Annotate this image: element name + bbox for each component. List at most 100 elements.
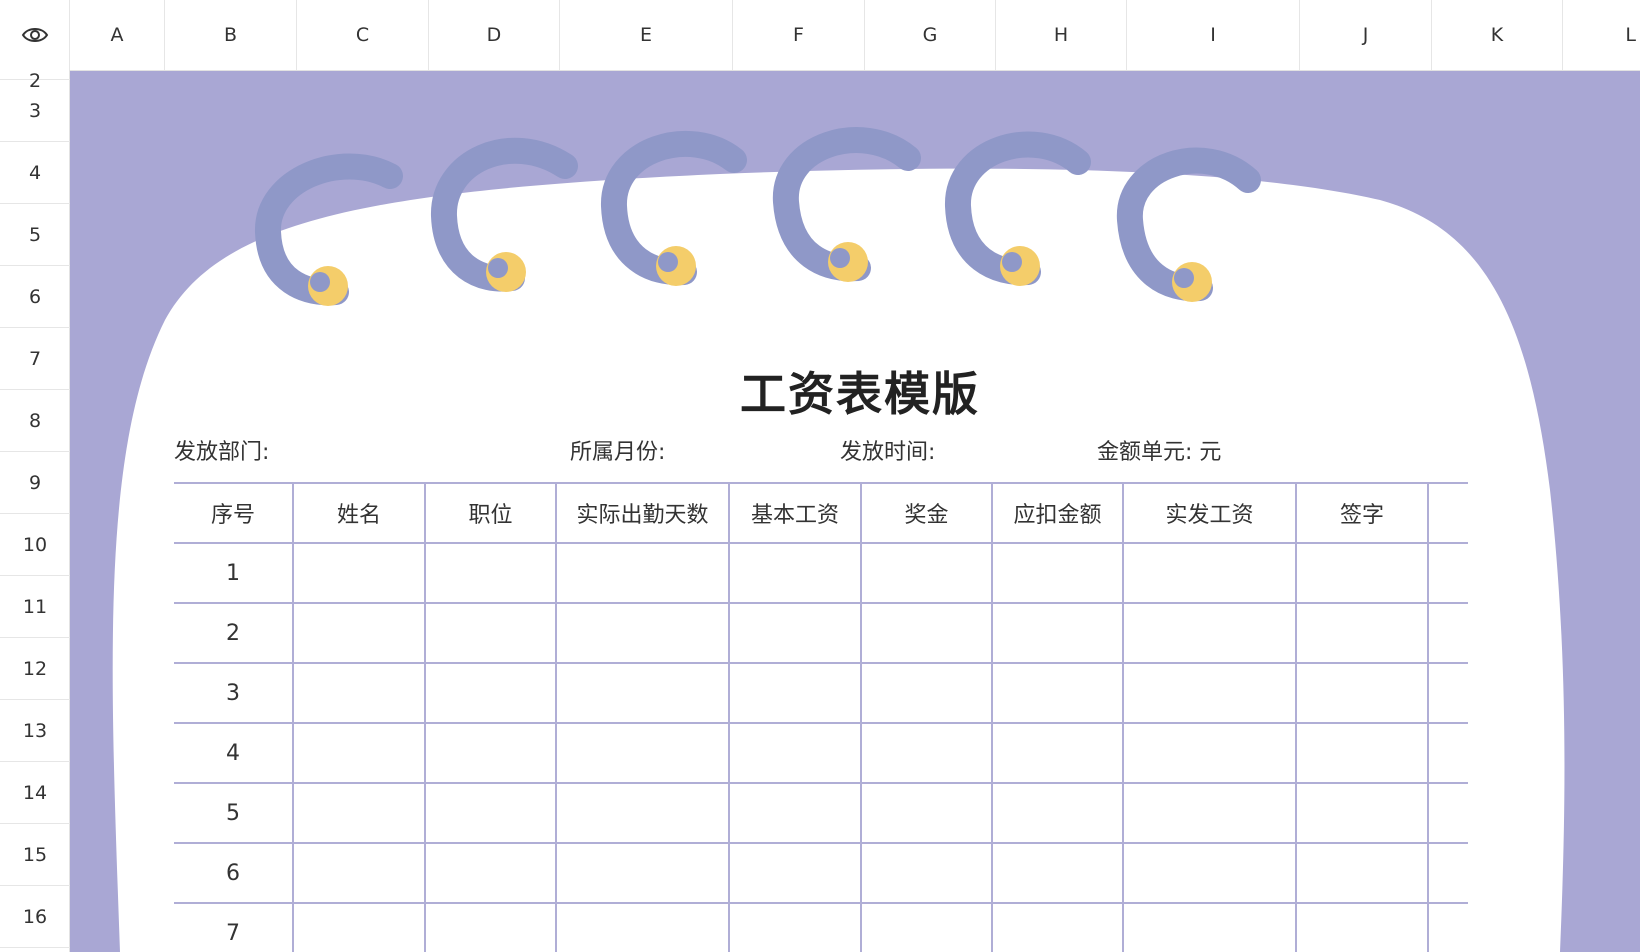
table-cell[interactable] xyxy=(1122,602,1297,664)
table-cell[interactable] xyxy=(728,662,862,724)
row-header-2[interactable]: 2 xyxy=(0,70,70,92)
header-cell-net-pay[interactable]: 实发工资 xyxy=(1122,482,1297,544)
header-cell-index[interactable]: 序号 xyxy=(174,482,294,544)
table-cell[interactable] xyxy=(424,662,557,724)
table-cell[interactable] xyxy=(292,842,426,904)
table-cell[interactable] xyxy=(292,662,426,724)
table-cell[interactable] xyxy=(1427,902,1468,952)
header-cell-deduction[interactable]: 应扣金额 xyxy=(991,482,1124,544)
sheet-title[interactable]: 工资表模版 xyxy=(70,358,1640,424)
column-header-b[interactable]: B xyxy=(165,0,297,70)
table-cell[interactable] xyxy=(555,662,730,724)
table-cell[interactable] xyxy=(424,602,557,664)
table-cell[interactable] xyxy=(1295,902,1429,952)
column-header-a[interactable]: A xyxy=(70,0,165,70)
table-cell[interactable] xyxy=(728,722,862,784)
table-cell[interactable] xyxy=(424,782,557,844)
table-cell[interactable] xyxy=(1427,842,1468,904)
table-cell[interactable] xyxy=(991,902,1124,952)
row-header-6[interactable]: 6 xyxy=(0,266,70,328)
row-header-8[interactable]: 8 xyxy=(0,390,70,452)
table-cell[interactable] xyxy=(1122,662,1297,724)
table-cell[interactable] xyxy=(555,602,730,664)
table-cell[interactable] xyxy=(1122,542,1297,604)
column-header-i[interactable]: I xyxy=(1127,0,1300,70)
row-header-12[interactable]: 12 xyxy=(0,638,70,700)
table-cell[interactable] xyxy=(860,902,993,952)
table-cell[interactable] xyxy=(1295,782,1429,844)
table-cell[interactable] xyxy=(860,662,993,724)
row-number-cell[interactable]: 2 xyxy=(174,602,294,664)
table-cell[interactable] xyxy=(1122,782,1297,844)
table-cell[interactable] xyxy=(860,542,993,604)
row-header-16[interactable]: 16 xyxy=(0,886,70,948)
column-header-c[interactable]: C xyxy=(297,0,429,70)
table-cell[interactable] xyxy=(424,722,557,784)
table-cell[interactable] xyxy=(728,542,862,604)
table-cell[interactable] xyxy=(1427,662,1468,724)
table-cell[interactable] xyxy=(860,782,993,844)
row-number-cell[interactable]: 6 xyxy=(174,842,294,904)
table-cell[interactable] xyxy=(424,902,557,952)
column-header-j[interactable]: J xyxy=(1300,0,1432,70)
table-cell[interactable] xyxy=(292,602,426,664)
table-cell[interactable] xyxy=(1427,782,1468,844)
row-number-cell[interactable]: 4 xyxy=(174,722,294,784)
column-header-e[interactable]: E xyxy=(560,0,733,70)
row-header-14[interactable]: 14 xyxy=(0,762,70,824)
month-label[interactable]: 所属月份: xyxy=(570,434,665,466)
table-cell[interactable] xyxy=(860,602,993,664)
column-header-h[interactable]: H xyxy=(996,0,1127,70)
table-cell[interactable] xyxy=(991,542,1124,604)
header-cell-extra[interactable] xyxy=(1427,482,1468,544)
table-cell[interactable] xyxy=(991,842,1124,904)
column-header-f[interactable]: F xyxy=(733,0,865,70)
table-cell[interactable] xyxy=(1427,602,1468,664)
table-cell[interactable] xyxy=(1295,662,1429,724)
row-header-3[interactable]: 3 xyxy=(0,80,70,142)
table-cell[interactable] xyxy=(292,722,426,784)
table-cell[interactable] xyxy=(1122,902,1297,952)
table-cell[interactable] xyxy=(991,602,1124,664)
table-cell[interactable] xyxy=(728,842,862,904)
row-number-cell[interactable]: 1 xyxy=(174,542,294,604)
table-cell[interactable] xyxy=(292,902,426,952)
time-label[interactable]: 发放时间: xyxy=(840,434,935,466)
table-cell[interactable] xyxy=(991,722,1124,784)
table-cell[interactable] xyxy=(1427,542,1468,604)
table-cell[interactable] xyxy=(555,542,730,604)
column-header-g[interactable]: G xyxy=(865,0,996,70)
table-cell[interactable] xyxy=(728,602,862,664)
table-cell[interactable] xyxy=(991,782,1124,844)
row-number-cell[interactable]: 3 xyxy=(174,662,294,724)
row-number-cell[interactable]: 7 xyxy=(174,902,294,952)
table-cell[interactable] xyxy=(424,542,557,604)
table-cell[interactable] xyxy=(1122,842,1297,904)
table-cell[interactable] xyxy=(860,842,993,904)
table-cell[interactable] xyxy=(1427,722,1468,784)
table-cell[interactable] xyxy=(292,782,426,844)
table-cell[interactable] xyxy=(292,542,426,604)
row-number-cell[interactable]: 5 xyxy=(174,782,294,844)
header-cell-attendance[interactable]: 实际出勤天数 xyxy=(555,482,730,544)
table-cell[interactable] xyxy=(555,902,730,952)
dept-label[interactable]: 发放部门: xyxy=(174,434,269,466)
row-header-15[interactable]: 15 xyxy=(0,824,70,886)
row-header-9[interactable]: 9 xyxy=(0,452,70,514)
column-header-k[interactable]: K xyxy=(1432,0,1563,70)
table-cell[interactable] xyxy=(991,662,1124,724)
row-header-11[interactable]: 11 xyxy=(0,576,70,638)
table-cell[interactable] xyxy=(1295,602,1429,664)
column-header-d[interactable]: D xyxy=(429,0,560,70)
table-cell[interactable] xyxy=(1295,542,1429,604)
column-header-l[interactable]: L xyxy=(1563,0,1640,70)
unit-label[interactable]: 金额单元: 元 xyxy=(1097,434,1221,466)
header-cell-signature[interactable]: 签字 xyxy=(1295,482,1429,544)
header-cell-base-salary[interactable]: 基本工资 xyxy=(728,482,862,544)
row-header-10[interactable]: 10 xyxy=(0,514,70,576)
table-cell[interactable] xyxy=(728,902,862,952)
header-cell-bonus[interactable]: 奖金 xyxy=(860,482,993,544)
table-cell[interactable] xyxy=(555,842,730,904)
visibility-toggle[interactable] xyxy=(0,0,70,70)
table-cell[interactable] xyxy=(424,842,557,904)
